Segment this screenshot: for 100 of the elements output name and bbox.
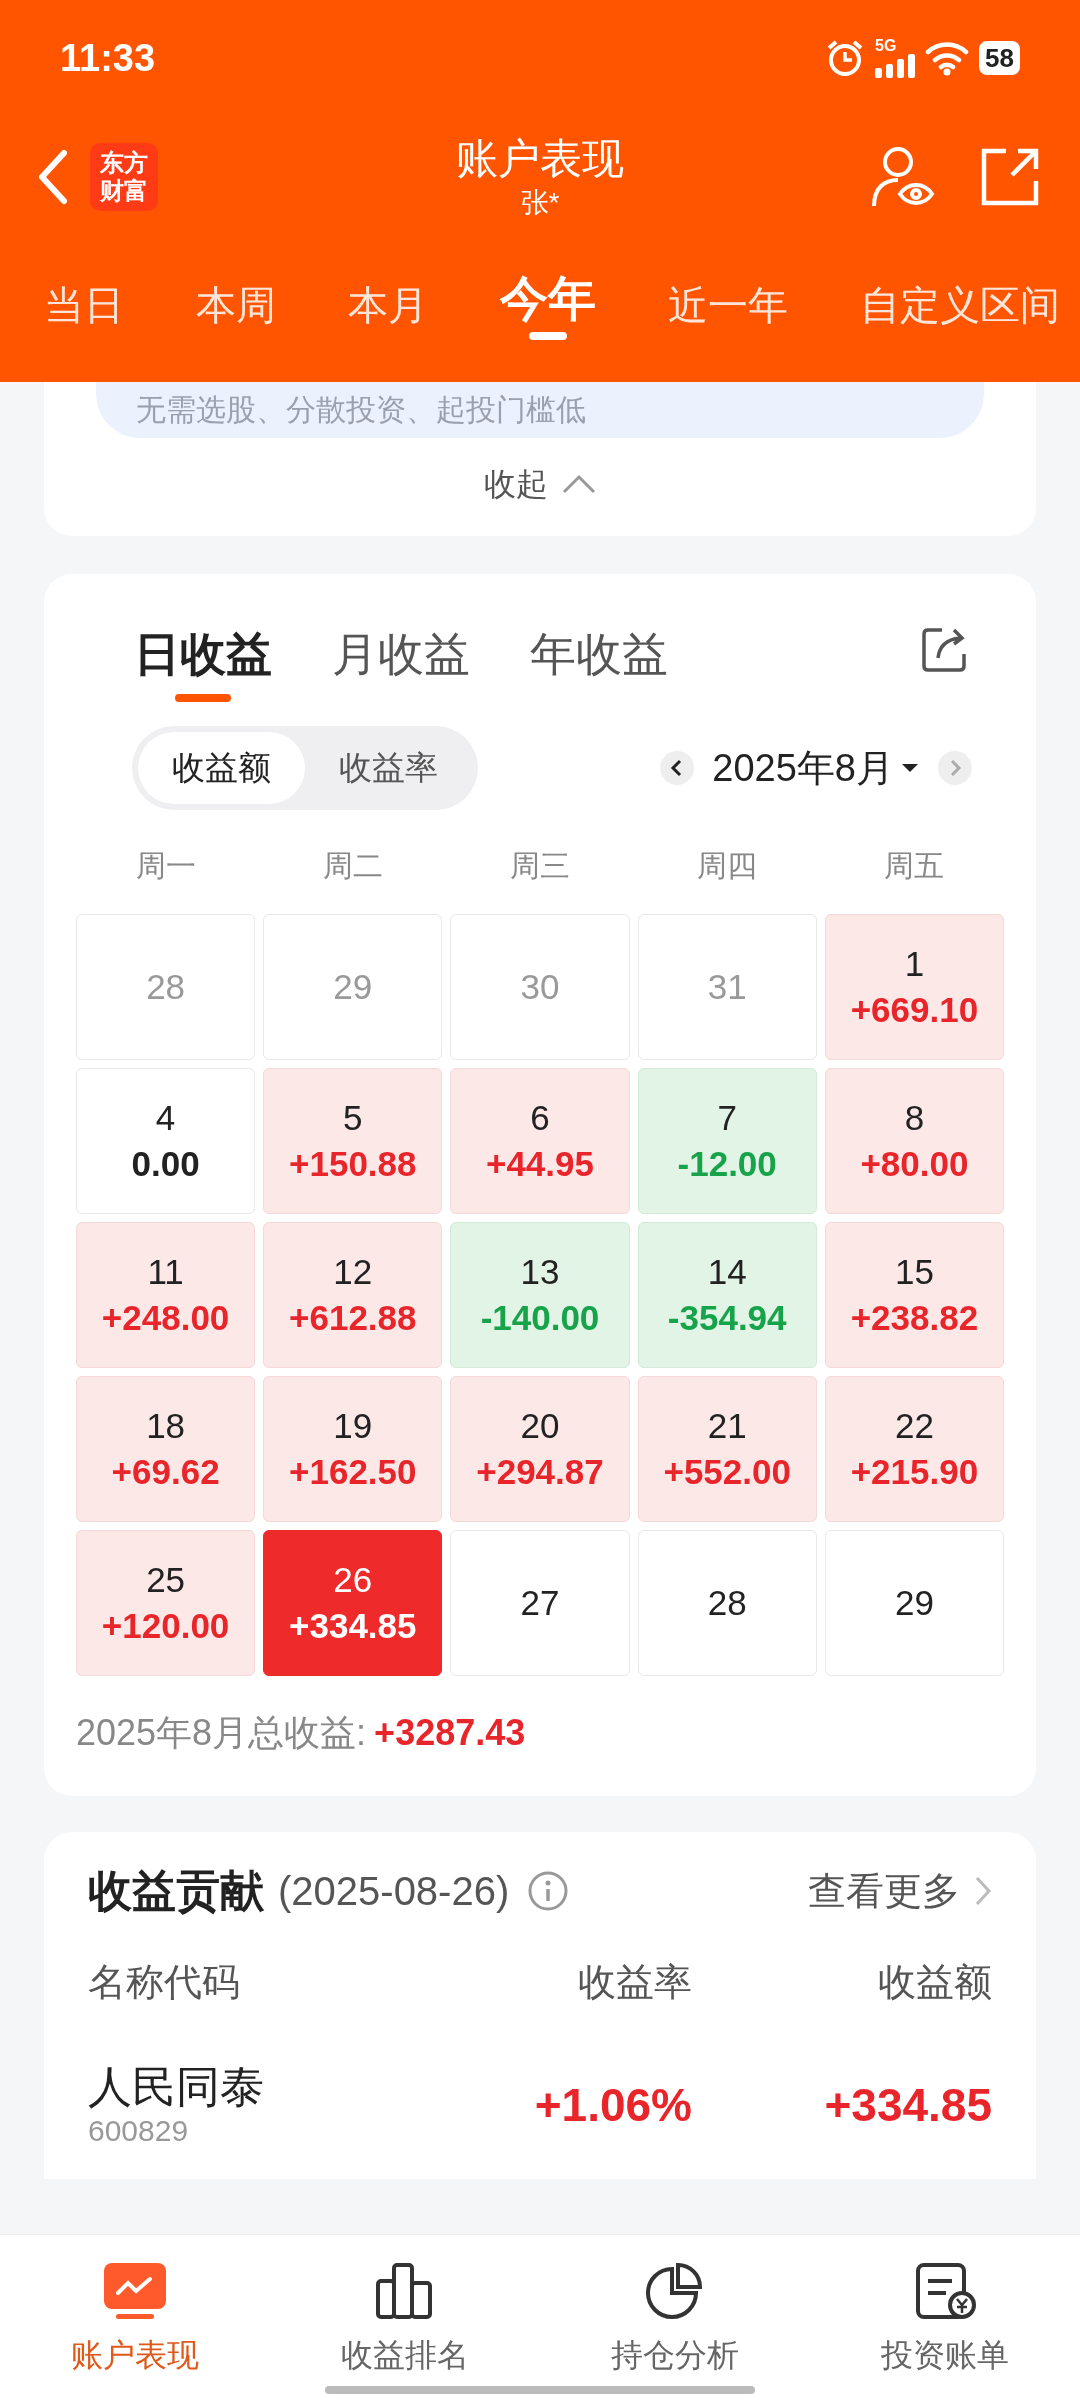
day-number: 15 <box>894 1251 934 1293</box>
calendar-day[interactable]: 27 <box>450 1530 630 1676</box>
calendar-day[interactable]: 1 +669.10 <box>824 914 1004 1060</box>
day-earnings: +80.00 <box>860 1143 969 1185</box>
day-number: 1 <box>904 943 925 985</box>
day-number: 18 <box>146 1405 186 1447</box>
calendar-day[interactable]: 20 +294.87 <box>450 1376 630 1522</box>
day-earnings: +162.50 <box>289 1451 417 1493</box>
day-earnings: +69.62 <box>111 1451 220 1493</box>
day-number: 4 <box>155 1097 176 1139</box>
day-number: 21 <box>707 1405 747 1447</box>
monitor-chart-icon <box>102 2261 168 2321</box>
back-icon[interactable] <box>36 149 70 205</box>
day-earnings: -354.94 <box>667 1297 787 1339</box>
day-number: 20 <box>520 1405 560 1447</box>
day-earnings: +334.85 <box>289 1605 417 1647</box>
signal-icon <box>875 54 916 78</box>
section-title: 收益贡献 <box>88 1865 264 1917</box>
nav-tab[interactable]: 投资账单 <box>810 2261 1080 2400</box>
day-number: 13 <box>520 1251 560 1293</box>
view-more-link[interactable]: 查看更多 <box>808 1862 992 1920</box>
earnings-tab[interactable]: 日收益 <box>134 626 272 702</box>
nav-tab[interactable]: 持仓分析 <box>540 2261 810 2400</box>
calendar-day[interactable]: 13 -140.00 <box>450 1222 630 1368</box>
calendar-day[interactable]: 8 +80.00 <box>824 1068 1004 1214</box>
day-earnings: +215.90 <box>850 1451 979 1493</box>
promo-text: 无需选股、分散投资、起投门槛低 <box>136 392 586 428</box>
calendar-day[interactable]: 28 <box>637 1530 817 1676</box>
calendar-day[interactable]: 25 +120.00 <box>76 1530 256 1676</box>
day-number: 14 <box>707 1251 747 1293</box>
calendar-day[interactable]: 15 +238.82 <box>824 1222 1004 1368</box>
day-number: 19 <box>333 1405 373 1447</box>
day-number: 27 <box>520 1582 560 1624</box>
return-rate: +1.06% <box>533 2077 692 2133</box>
day-number: 26 <box>333 1559 373 1601</box>
column-header: 收益额 <box>877 1960 992 2005</box>
day-earnings: +120.00 <box>101 1605 230 1647</box>
month-picker[interactable]: 2025年8月 <box>712 739 920 797</box>
day-earnings: +238.82 <box>850 1297 979 1339</box>
weekday-label: 周四 <box>696 848 759 884</box>
calendar-day[interactable]: 22 +215.90 <box>824 1376 1004 1522</box>
previous-month-icon[interactable] <box>660 751 695 785</box>
next-month-icon[interactable] <box>938 751 972 785</box>
calendar-day[interactable]: 14 -354.94 <box>637 1222 817 1368</box>
day-earnings: -12.00 <box>677 1143 777 1185</box>
caret-icon <box>900 762 920 774</box>
day-earnings: 0.00 <box>131 1143 200 1185</box>
nav-tab[interactable]: 收益排名 <box>270 2261 540 2400</box>
day-number: 11 <box>147 1251 184 1293</box>
info-icon[interactable] <box>527 1870 570 1912</box>
earnings-tab[interactable]: 月收益 <box>332 626 470 702</box>
calendar-day[interactable]: 11 +248.00 <box>76 1222 256 1368</box>
stock-name: 人民同泰 <box>88 2061 265 2113</box>
nav-tab[interactable]: 账户表现 <box>0 2261 270 2400</box>
calendar-day[interactable]: 19 +162.50 <box>263 1376 443 1522</box>
share-icon[interactable] <box>980 147 1040 207</box>
day-number: 29 <box>894 1582 934 1624</box>
calendar-day[interactable]: 21 +552.00 <box>637 1376 817 1522</box>
earnings-tab[interactable]: 年收益 <box>530 626 668 702</box>
page-title: 账户表现 <box>456 134 624 184</box>
column-header: 收益率 <box>577 1960 692 2005</box>
calendar-day[interactable]: 29 <box>824 1530 1004 1676</box>
total-earnings: +3287.43 <box>374 1711 526 1755</box>
chevron-up-icon <box>562 474 596 494</box>
day-earnings: +612.88 <box>289 1297 417 1339</box>
day-number: 28 <box>146 966 186 1008</box>
calendar-day[interactable]: 26 +334.85 <box>263 1530 443 1676</box>
share-icon[interactable] <box>920 626 968 674</box>
logo-text: 东方 <box>100 149 148 177</box>
day-earnings: +248.00 <box>101 1297 230 1339</box>
weekday-label: 周五 <box>883 848 946 884</box>
battery-indicator: 58 <box>979 41 1020 75</box>
day-earnings: +294.87 <box>476 1451 604 1493</box>
metric-option[interactable]: 收益率 <box>305 732 472 804</box>
return-amount: +334.85 <box>823 2077 992 2133</box>
day-earnings: +150.88 <box>289 1143 417 1185</box>
day-number: 31 <box>707 966 747 1008</box>
calendar-day[interactable]: 5 +150.88 <box>263 1068 443 1214</box>
collapse-button[interactable]: 收起 <box>484 460 596 508</box>
calendar-day[interactable]: 12 +612.88 <box>263 1222 443 1368</box>
calendar-day[interactable]: 4 0.00 <box>76 1068 256 1214</box>
day-number: 7 <box>717 1097 737 1139</box>
section-date: (2025-08-26) <box>278 1868 510 1915</box>
metric-option[interactable]: 收益额 <box>138 732 305 804</box>
calendar-day[interactable]: 6 +44.95 <box>450 1068 630 1214</box>
chevron-right-icon <box>974 1875 992 1907</box>
calendar-day[interactable]: 7 -12.00 <box>637 1068 817 1214</box>
day-number: 6 <box>530 1097 550 1139</box>
weekday-label: 周一 <box>134 848 197 884</box>
account-name: 张* <box>520 186 560 220</box>
day-number: 8 <box>904 1097 925 1139</box>
calendar-day[interactable]: 18 +69.62 <box>76 1376 256 1522</box>
day-number: 30 <box>520 966 560 1008</box>
column-header: 名称代码 <box>88 1960 241 2005</box>
weekday-label: 周二 <box>321 848 384 884</box>
network-type: 5G <box>875 38 897 54</box>
weekday-label: 周三 <box>509 848 571 884</box>
day-number: 28 <box>707 1582 747 1624</box>
day-earnings: +44.95 <box>485 1143 594 1185</box>
day-earnings: +669.10 <box>850 989 979 1031</box>
